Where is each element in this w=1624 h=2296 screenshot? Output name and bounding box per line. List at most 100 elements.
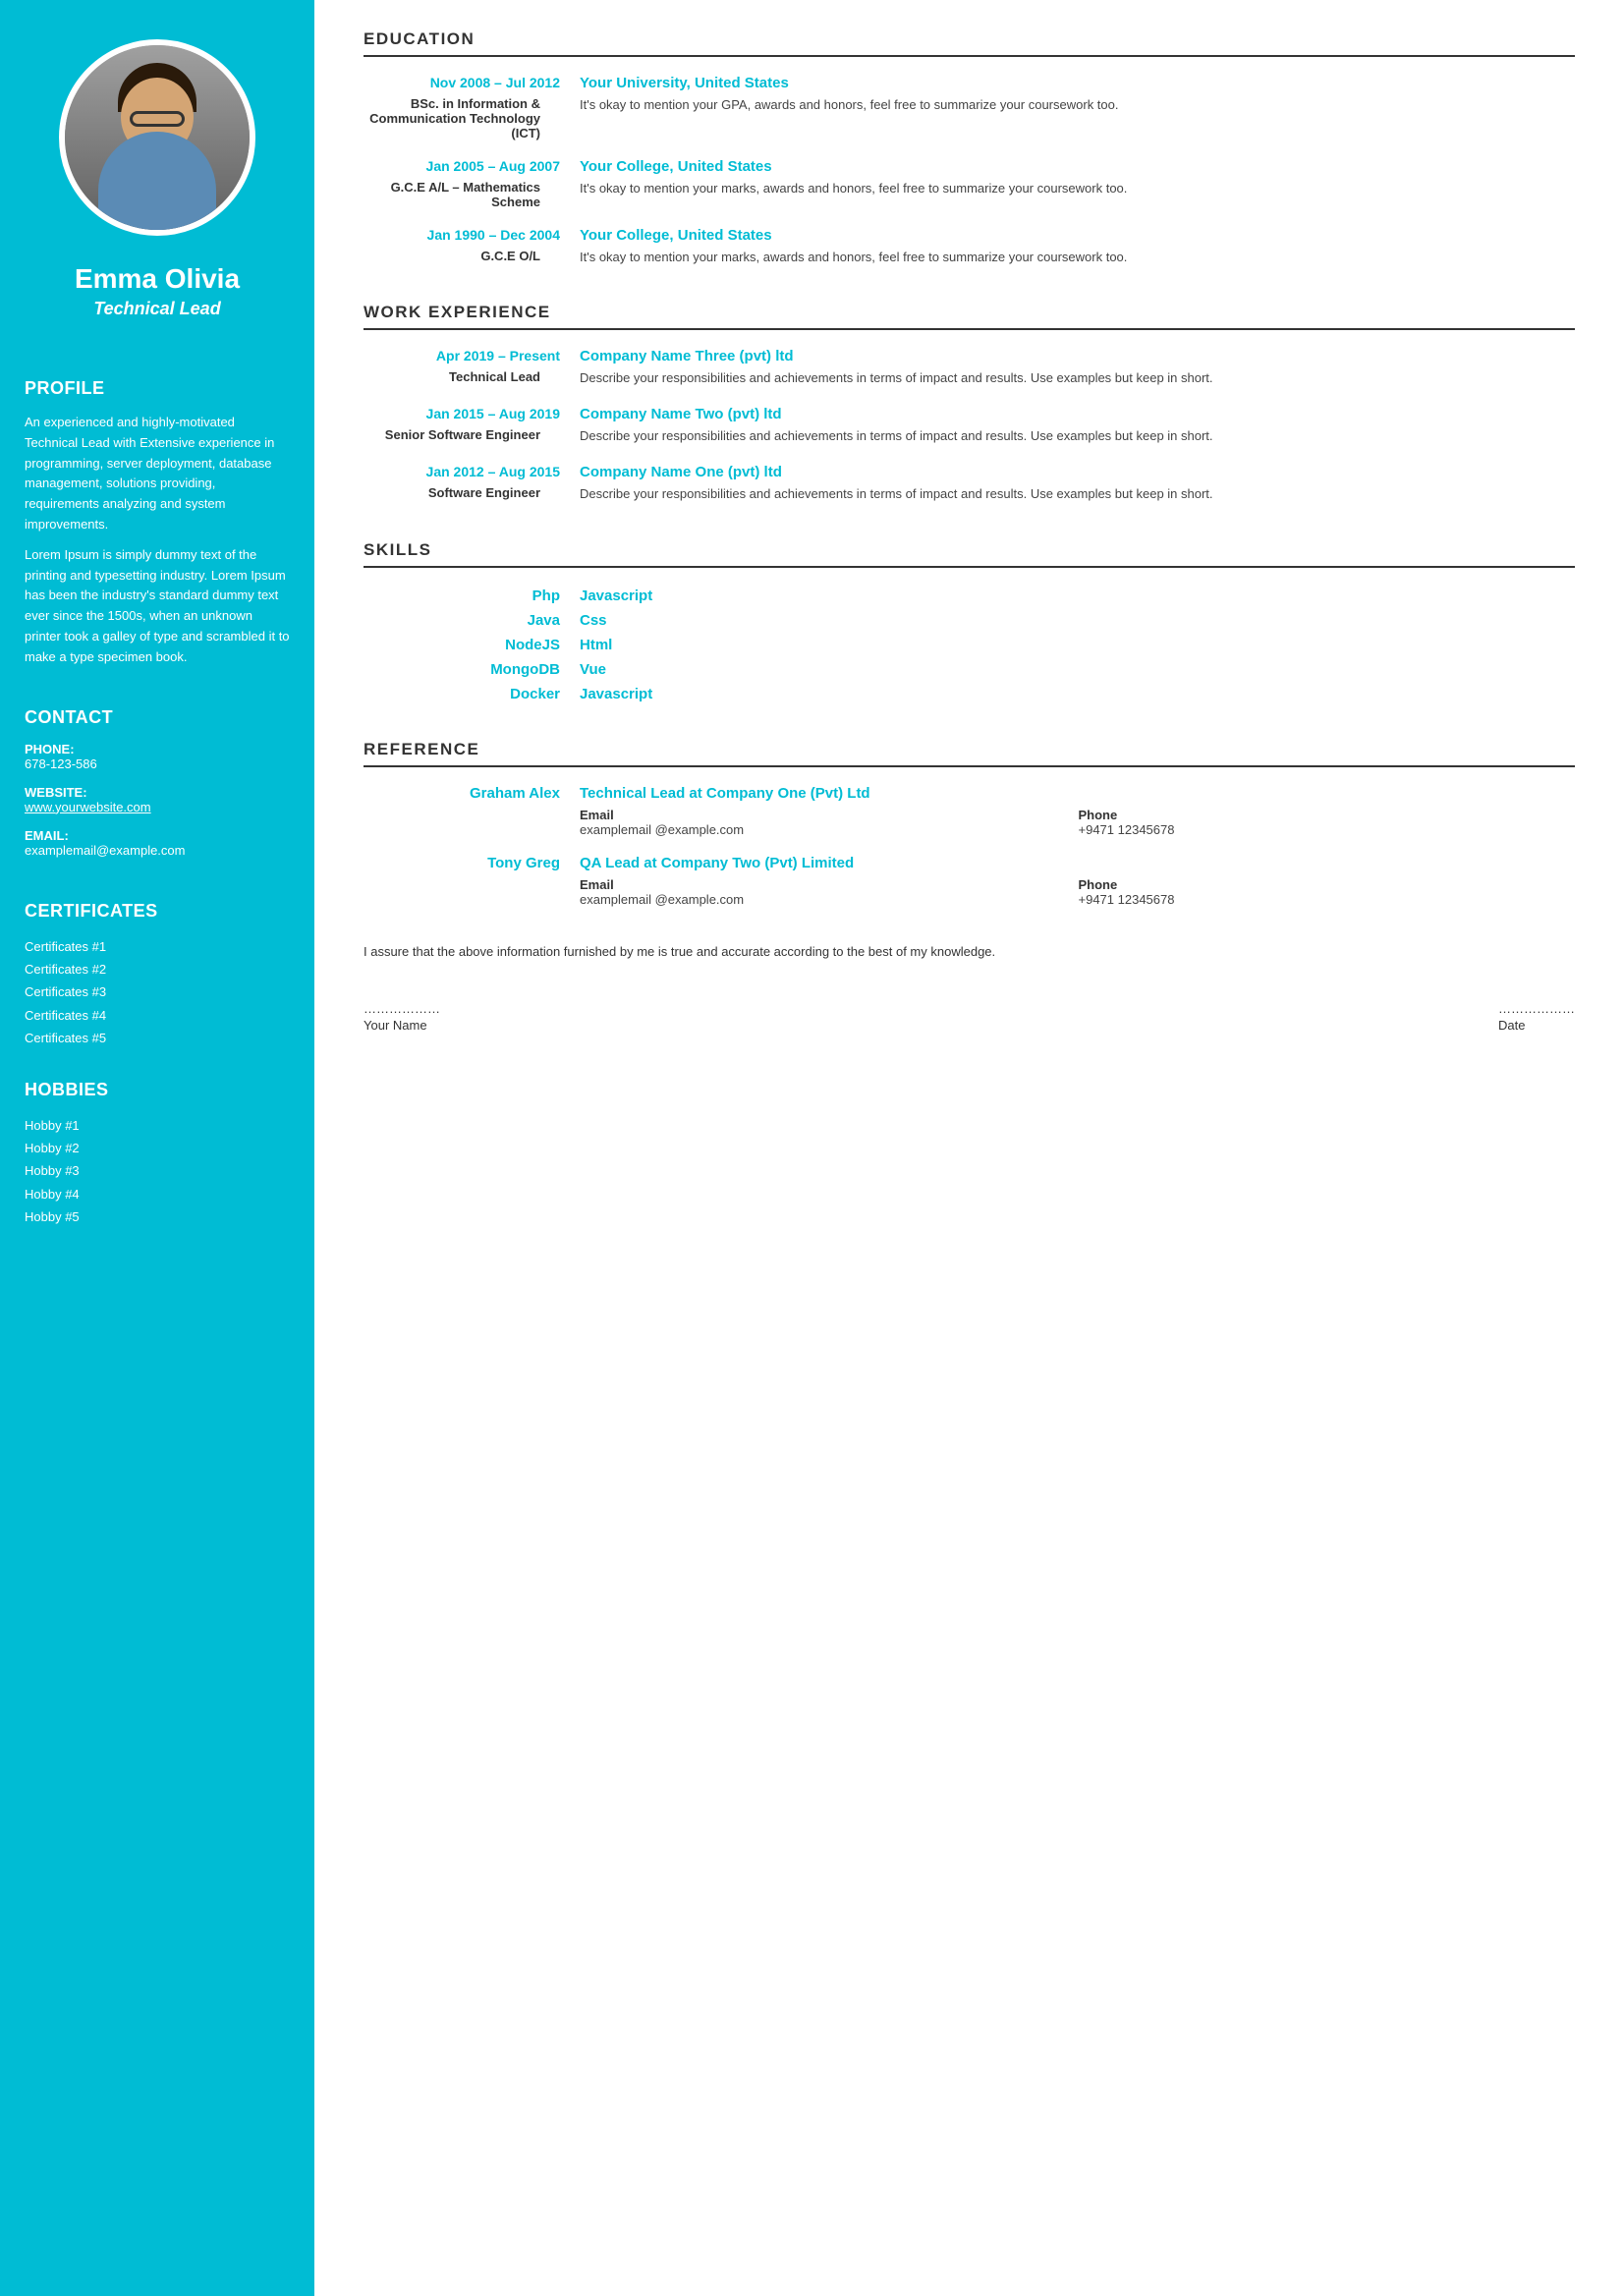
skill-left: MongoDB <box>364 659 580 680</box>
work-heading: WORK EXPERIENCE <box>364 303 1575 330</box>
person-name: Emma Olivia <box>75 263 240 295</box>
avatar <box>59 39 255 236</box>
right-panel: EDUCATION Nov 2008 – Jul 2012 BSc. in In… <box>314 0 1624 2296</box>
ref-email-label-2: Email <box>580 877 1077 892</box>
list-item: Certificates #3 <box>25 980 106 1003</box>
skills-grid: Php Javascript Java Css NodeJS Html Mong… <box>364 586 1575 704</box>
work-company-3: Company Name One (pvt) ltd <box>580 464 1575 480</box>
contact-phone: PHONE: 678-123-586 <box>25 742 97 771</box>
ref-title-2: QA Lead at Company Two (Pvt) Limited <box>580 855 1575 871</box>
signature-dots: ……………… <box>364 1001 440 1016</box>
edu-school-3: Your College, United States <box>580 227 1575 244</box>
skill-left: Php <box>364 586 580 606</box>
edu-school-1: Your University, United States <box>580 75 1575 91</box>
list-item: Hobby #5 <box>25 1205 80 1228</box>
work-section: WORK EXPERIENCE Apr 2019 – Present Techn… <box>364 303 1575 504</box>
ref-phone-value-1: +9471 12345678 <box>1079 822 1576 837</box>
work-date-1: Apr 2019 – Present <box>436 348 560 364</box>
list-item: Certificates #4 <box>25 1004 106 1027</box>
edu-date-2: Jan 2005 – Aug 2007 <box>426 158 560 174</box>
list-item: Certificates #2 <box>25 958 106 980</box>
reference-heading: REFERENCE <box>364 740 1575 767</box>
work-desc-1: Describe your responsibilities and achie… <box>580 368 1575 388</box>
work-row: Jan 2012 – Aug 2015 Software Engineer Co… <box>364 464 1575 504</box>
skills-section: SKILLS Php Javascript Java Css NodeJS Ht… <box>364 540 1575 704</box>
edu-row: Nov 2008 – Jul 2012 BSc. in Information … <box>364 75 1575 140</box>
declaration-section: I assure that the above information furn… <box>364 942 1575 1034</box>
work-company-2: Company Name Two (pvt) ltd <box>580 406 1575 422</box>
edu-date-1: Nov 2008 – Jul 2012 <box>430 75 560 90</box>
work-row: Jan 2015 – Aug 2019 Senior Software Engi… <box>364 406 1575 446</box>
list-item: Hobby #1 <box>25 1114 80 1137</box>
ref-title-1: Technical Lead at Company One (Pvt) Ltd <box>580 785 1575 802</box>
edu-school-2: Your College, United States <box>580 158 1575 175</box>
ref-name-2: Tony Greg <box>364 855 560 871</box>
work-title-2: Senior Software Engineer <box>364 427 560 442</box>
certificates-list: Certificates #1 Certificates #2 Certific… <box>25 935 106 1050</box>
edu-degree-1: BSc. in Information & Communication Tech… <box>364 96 560 140</box>
left-panel: Emma Olivia Technical Lead PROFILE An ex… <box>0 0 314 2296</box>
contact-email: EMAIL: examplemail@example.com <box>25 828 185 858</box>
phone-label: PHONE: <box>25 742 97 756</box>
website-label: WEBSITE: <box>25 785 151 800</box>
edu-row: Jan 1990 – Dec 2004 G.C.E O/L Your Colle… <box>364 227 1575 267</box>
skills-heading: SKILLS <box>364 540 1575 568</box>
skill-right: Css <box>580 610 1575 631</box>
email-label: EMAIL: <box>25 828 185 843</box>
edu-desc-3: It's okay to mention your marks, awards … <box>580 248 1575 267</box>
list-item: Hobby #3 <box>25 1159 80 1182</box>
skill-left: NodeJS <box>364 635 580 655</box>
edu-degree-3: G.C.E O/L <box>364 249 560 263</box>
email-value: examplemail@example.com <box>25 843 185 858</box>
list-item: Hobby #2 <box>25 1137 80 1159</box>
signature-label: Your Name <box>364 1018 440 1033</box>
person-title: Technical Lead <box>75 299 240 319</box>
edu-row: Jan 2005 – Aug 2007 G.C.E A/L – Mathemat… <box>364 158 1575 209</box>
date-dots: ……………… <box>1498 1001 1575 1016</box>
date-label: Date <box>1498 1018 1575 1033</box>
signature-row: ……………… Your Name ……………… Date <box>364 1001 1575 1033</box>
website-value: www.yourwebsite.com <box>25 800 151 814</box>
work-desc-2: Describe your responsibilities and achie… <box>580 426 1575 446</box>
certificates-heading: CERTIFICATES <box>25 901 158 922</box>
work-date-3: Jan 2012 – Aug 2015 <box>426 464 560 479</box>
edu-date-3: Jan 1990 – Dec 2004 <box>427 227 560 243</box>
skill-right: Javascript <box>580 684 1575 704</box>
skill-right: Vue <box>580 659 1575 680</box>
edu-desc-1: It's okay to mention your GPA, awards an… <box>580 95 1575 115</box>
ref-phone-value-2: +9471 12345678 <box>1079 892 1576 907</box>
ref-email-label-1: Email <box>580 808 1077 822</box>
work-desc-3: Describe your responsibilities and achie… <box>580 484 1575 504</box>
edu-desc-2: It's okay to mention your marks, awards … <box>580 179 1575 198</box>
list-item: Certificates #5 <box>25 1027 106 1049</box>
reference-section: REFERENCE Graham Alex Technical Lead at … <box>364 740 1575 907</box>
signature-block: ……………… Your Name <box>364 1001 440 1033</box>
phone-value: 678-123-586 <box>25 756 97 771</box>
ref-row: Graham Alex Technical Lead at Company On… <box>364 785 1575 837</box>
work-date-2: Jan 2015 – Aug 2019 <box>426 406 560 421</box>
work-row: Apr 2019 – Present Technical Lead Compan… <box>364 348 1575 388</box>
hobbies-heading: HOBBIES <box>25 1080 109 1100</box>
name-title: Emma Olivia Technical Lead <box>75 263 240 319</box>
date-block: ……………… Date <box>1498 1001 1575 1033</box>
contact-heading: CONTACT <box>25 707 113 728</box>
ref-email-value-1: examplemail @example.com <box>580 822 1077 837</box>
ref-email-value-2: examplemail @example.com <box>580 892 1077 907</box>
ref-row: Tony Greg QA Lead at Company Two (Pvt) L… <box>364 855 1575 907</box>
edu-degree-2: G.C.E A/L – Mathematics Scheme <box>364 180 560 209</box>
profile-text-2: Lorem Ipsum is simply dummy text of the … <box>25 545 290 668</box>
skill-right: Javascript <box>580 586 1575 606</box>
ref-name-1: Graham Alex <box>364 785 560 802</box>
profile-heading: PROFILE <box>25 378 105 399</box>
contact-website: WEBSITE: www.yourwebsite.com <box>25 785 151 814</box>
work-company-1: Company Name Three (pvt) ltd <box>580 348 1575 364</box>
work-title-3: Software Engineer <box>364 485 560 500</box>
skill-right: Html <box>580 635 1575 655</box>
ref-phone-label-2: Phone <box>1079 877 1576 892</box>
education-heading: EDUCATION <box>364 29 1575 57</box>
skill-left: Java <box>364 610 580 631</box>
education-section: EDUCATION Nov 2008 – Jul 2012 BSc. in In… <box>364 29 1575 267</box>
profile-text-1: An experienced and highly-motivated Tech… <box>25 413 290 535</box>
ref-phone-label-1: Phone <box>1079 808 1576 822</box>
hobbies-list: Hobby #1 Hobby #2 Hobby #3 Hobby #4 Hobb… <box>25 1114 80 1229</box>
